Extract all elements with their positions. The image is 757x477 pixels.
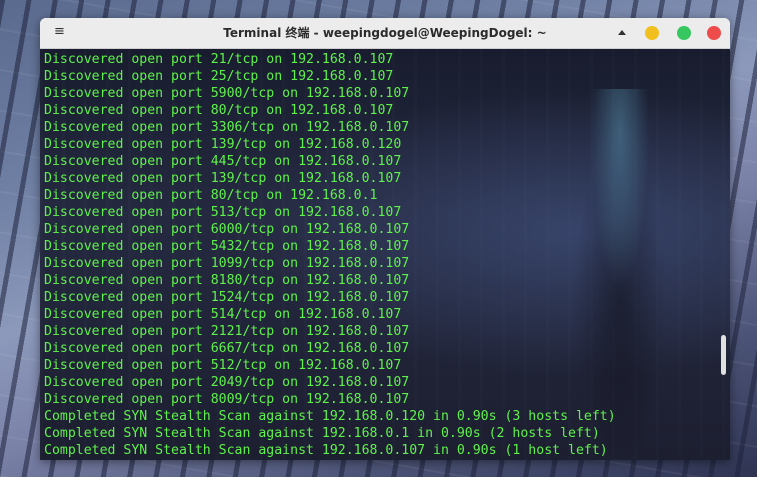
terminal-line: Discovered open port 2121/tcp on 192.168… — [44, 324, 410, 339]
terminal-line: Discovered open port 2049/tcp on 192.168… — [44, 375, 410, 390]
terminal-line: Discovered open port 513/tcp on 192.168.… — [44, 205, 402, 220]
terminal-line: Discovered open port 139/tcp on 192.168.… — [44, 137, 402, 152]
terminal-line: Discovered open port 80/tcp on 192.168.0… — [44, 103, 394, 118]
terminal-line: Discovered open port 445/tcp on 192.168.… — [44, 154, 402, 169]
terminal-line: Discovered open port 5900/tcp on 192.168… — [44, 86, 410, 101]
terminal-line: Completed SYN Stealth Scan against 192.1… — [44, 443, 608, 458]
terminal-line: Discovered open port 8009/tcp on 192.168… — [44, 392, 410, 407]
close-button[interactable] — [707, 26, 721, 40]
window-title: Terminal 终端 - weepingdogel@WeepingDogel:… — [223, 26, 547, 40]
terminal-line: Discovered open port 1524/tcp on 192.168… — [44, 290, 410, 305]
terminal-line: Completed SYN Stealth Scan against 192.1… — [44, 409, 616, 424]
terminal-line: Discovered open port 5432/tcp on 192.168… — [44, 239, 410, 254]
terminal-line: Discovered open port 6667/tcp on 192.168… — [44, 341, 410, 356]
terminal-line: Discovered open port 6000/tcp on 192.168… — [44, 222, 410, 237]
minimize-button[interactable] — [645, 26, 659, 40]
hamburger-menu-icon[interactable]: ≡ — [54, 25, 65, 38]
maximize-button[interactable] — [677, 26, 691, 40]
terminal-line: Discovered open port 512/tcp on 192.168.… — [44, 358, 402, 373]
terminal-line: Discovered open port 25/tcp on 192.168.0… — [44, 69, 394, 84]
chevron-up-icon[interactable] — [618, 30, 626, 35]
terminal-line: Completed SYN Stealth Scan against 192.1… — [44, 426, 600, 441]
terminal-lines: Discovered open port 21/tcp on 192.168.0… — [44, 51, 616, 459]
terminal-line: Discovered open port 21/tcp on 192.168.0… — [44, 52, 394, 67]
terminal-line: Discovered open port 514/tcp on 192.168.… — [44, 307, 402, 322]
terminal-line: Discovered open port 1099/tcp on 192.168… — [44, 256, 410, 271]
terminal-output-area[interactable]: Discovered open port 21/tcp on 192.168.0… — [40, 49, 730, 460]
title-bar[interactable]: Terminal 终端 - weepingdogel@WeepingDogel:… — [40, 18, 730, 49]
terminal-line: Discovered open port 3306/tcp on 192.168… — [44, 120, 410, 135]
terminal-line: Discovered open port 80/tcp on 192.168.0… — [44, 188, 378, 203]
vertical-scrollbar[interactable] — [719, 49, 728, 460]
scrollbar-thumb[interactable] — [721, 335, 726, 375]
terminal-line: Discovered open port 8180/tcp on 192.168… — [44, 273, 410, 288]
terminal-line: Discovered open port 139/tcp on 192.168.… — [44, 171, 402, 186]
terminal-window: Terminal 终端 - weepingdogel@WeepingDogel:… — [40, 18, 730, 460]
